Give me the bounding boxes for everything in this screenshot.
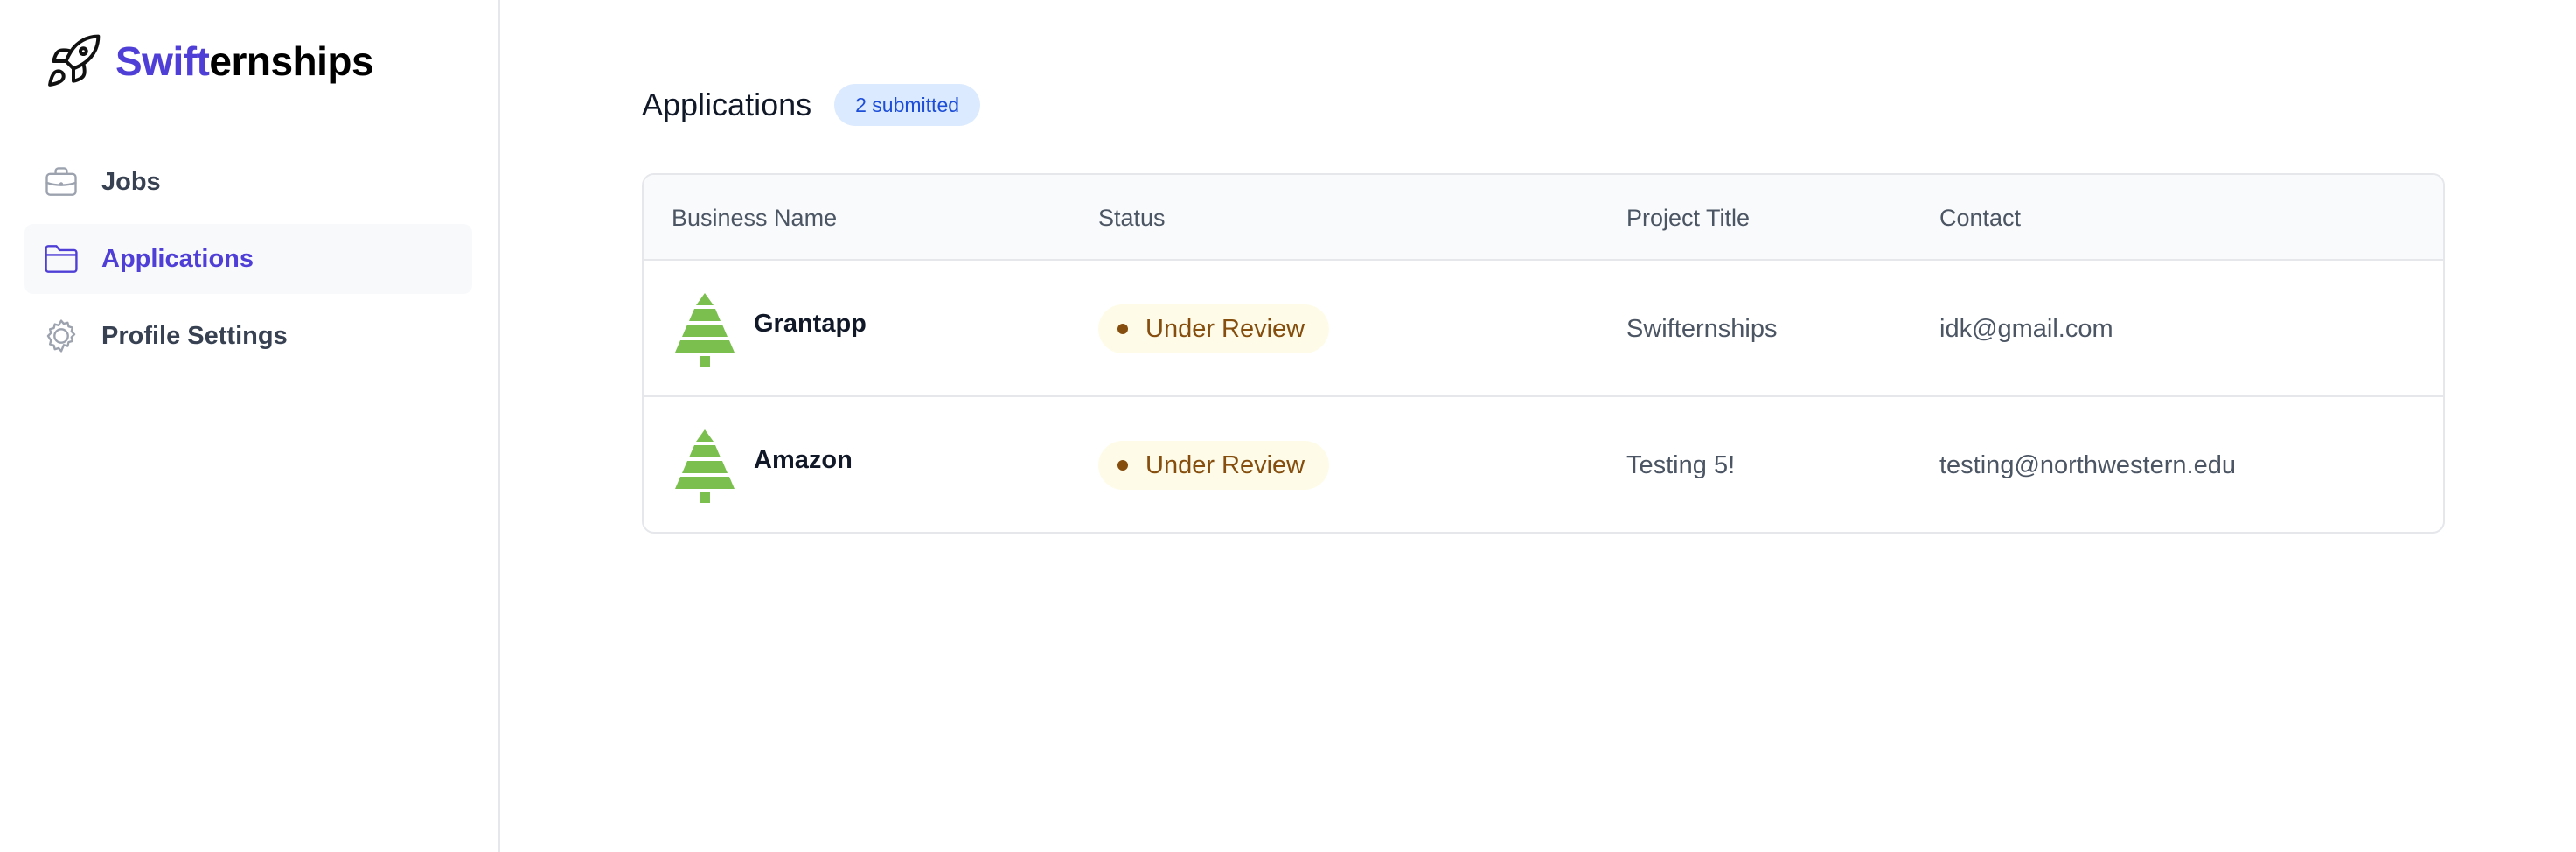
sidebar-nav: Jobs Applications Profile Settings <box>24 147 472 378</box>
status-label: Under Review <box>1145 450 1305 479</box>
sidebar-item-applications[interactable]: Applications <box>24 224 472 294</box>
status-label: Under Review <box>1145 314 1305 343</box>
status-dot <box>1117 324 1128 334</box>
status-cell: Under Review <box>1098 397 1330 532</box>
tree-icon <box>675 293 735 367</box>
sidebar-item-label: Profile Settings <box>101 321 288 350</box>
sidebar: Swifternships Jobs Applications Profile … <box>0 0 500 852</box>
status-dot <box>1117 460 1128 471</box>
sidebar-item-profile-settings[interactable]: Profile Settings <box>24 301 472 371</box>
contact-cell: testing@northwestern.edu <box>1939 450 2236 479</box>
table-header: Business Name Status Project Title Conta… <box>644 175 2443 261</box>
status-cell: Under Review <box>1098 261 1330 397</box>
column-header-status: Status <box>1098 205 1166 231</box>
brand-name-accent: Swift <box>115 38 210 84</box>
brand-name-rest: ernships <box>209 38 374 84</box>
column-header-project-title: Project Title <box>1626 205 1751 231</box>
column-header-contact: Contact <box>1939 205 2022 231</box>
business-name: Amazon <box>754 445 853 474</box>
app-root: Swifternships Jobs Applications Profile … <box>0 0 2576 852</box>
project-title-cell: Swifternships <box>1626 314 1778 343</box>
column-header-business-name: Business Name <box>672 205 838 231</box>
brand-logo[interactable]: Swifternships <box>44 31 374 91</box>
page-header: Applications 2 submitted <box>642 84 981 126</box>
contact-cell: idk@gmail.com <box>1939 314 2113 343</box>
gear-icon <box>46 319 76 353</box>
brand-name: Swifternships <box>115 38 374 85</box>
project-title-cell: Testing 5! <box>1626 450 1736 479</box>
business-cell: Amazon <box>672 397 853 532</box>
page-title: Applications <box>642 87 812 122</box>
status-badge: Under Review <box>1098 441 1330 490</box>
table-row[interactable]: Grantapp Under Review Swifternships idk@… <box>644 261 2443 397</box>
sidebar-item-jobs[interactable]: Jobs <box>24 147 472 217</box>
briefcase-icon <box>45 167 77 196</box>
rocket-icon <box>48 34 101 87</box>
sidebar-item-label: Applications <box>101 244 254 273</box>
status-badge: Under Review <box>1098 304 1330 353</box>
tree-icon <box>675 429 735 503</box>
sidebar-item-label: Jobs <box>101 167 161 196</box>
applications-table: Business Name Status Project Title Conta… <box>642 173 2445 534</box>
submitted-count-badge: 2 submitted <box>834 84 981 126</box>
business-cell: Grantapp <box>672 261 867 397</box>
table-row[interactable]: Amazon Under Review Testing 5! testing@n… <box>644 397 2443 532</box>
folder-icon <box>45 245 78 273</box>
business-name: Grantapp <box>754 309 867 338</box>
